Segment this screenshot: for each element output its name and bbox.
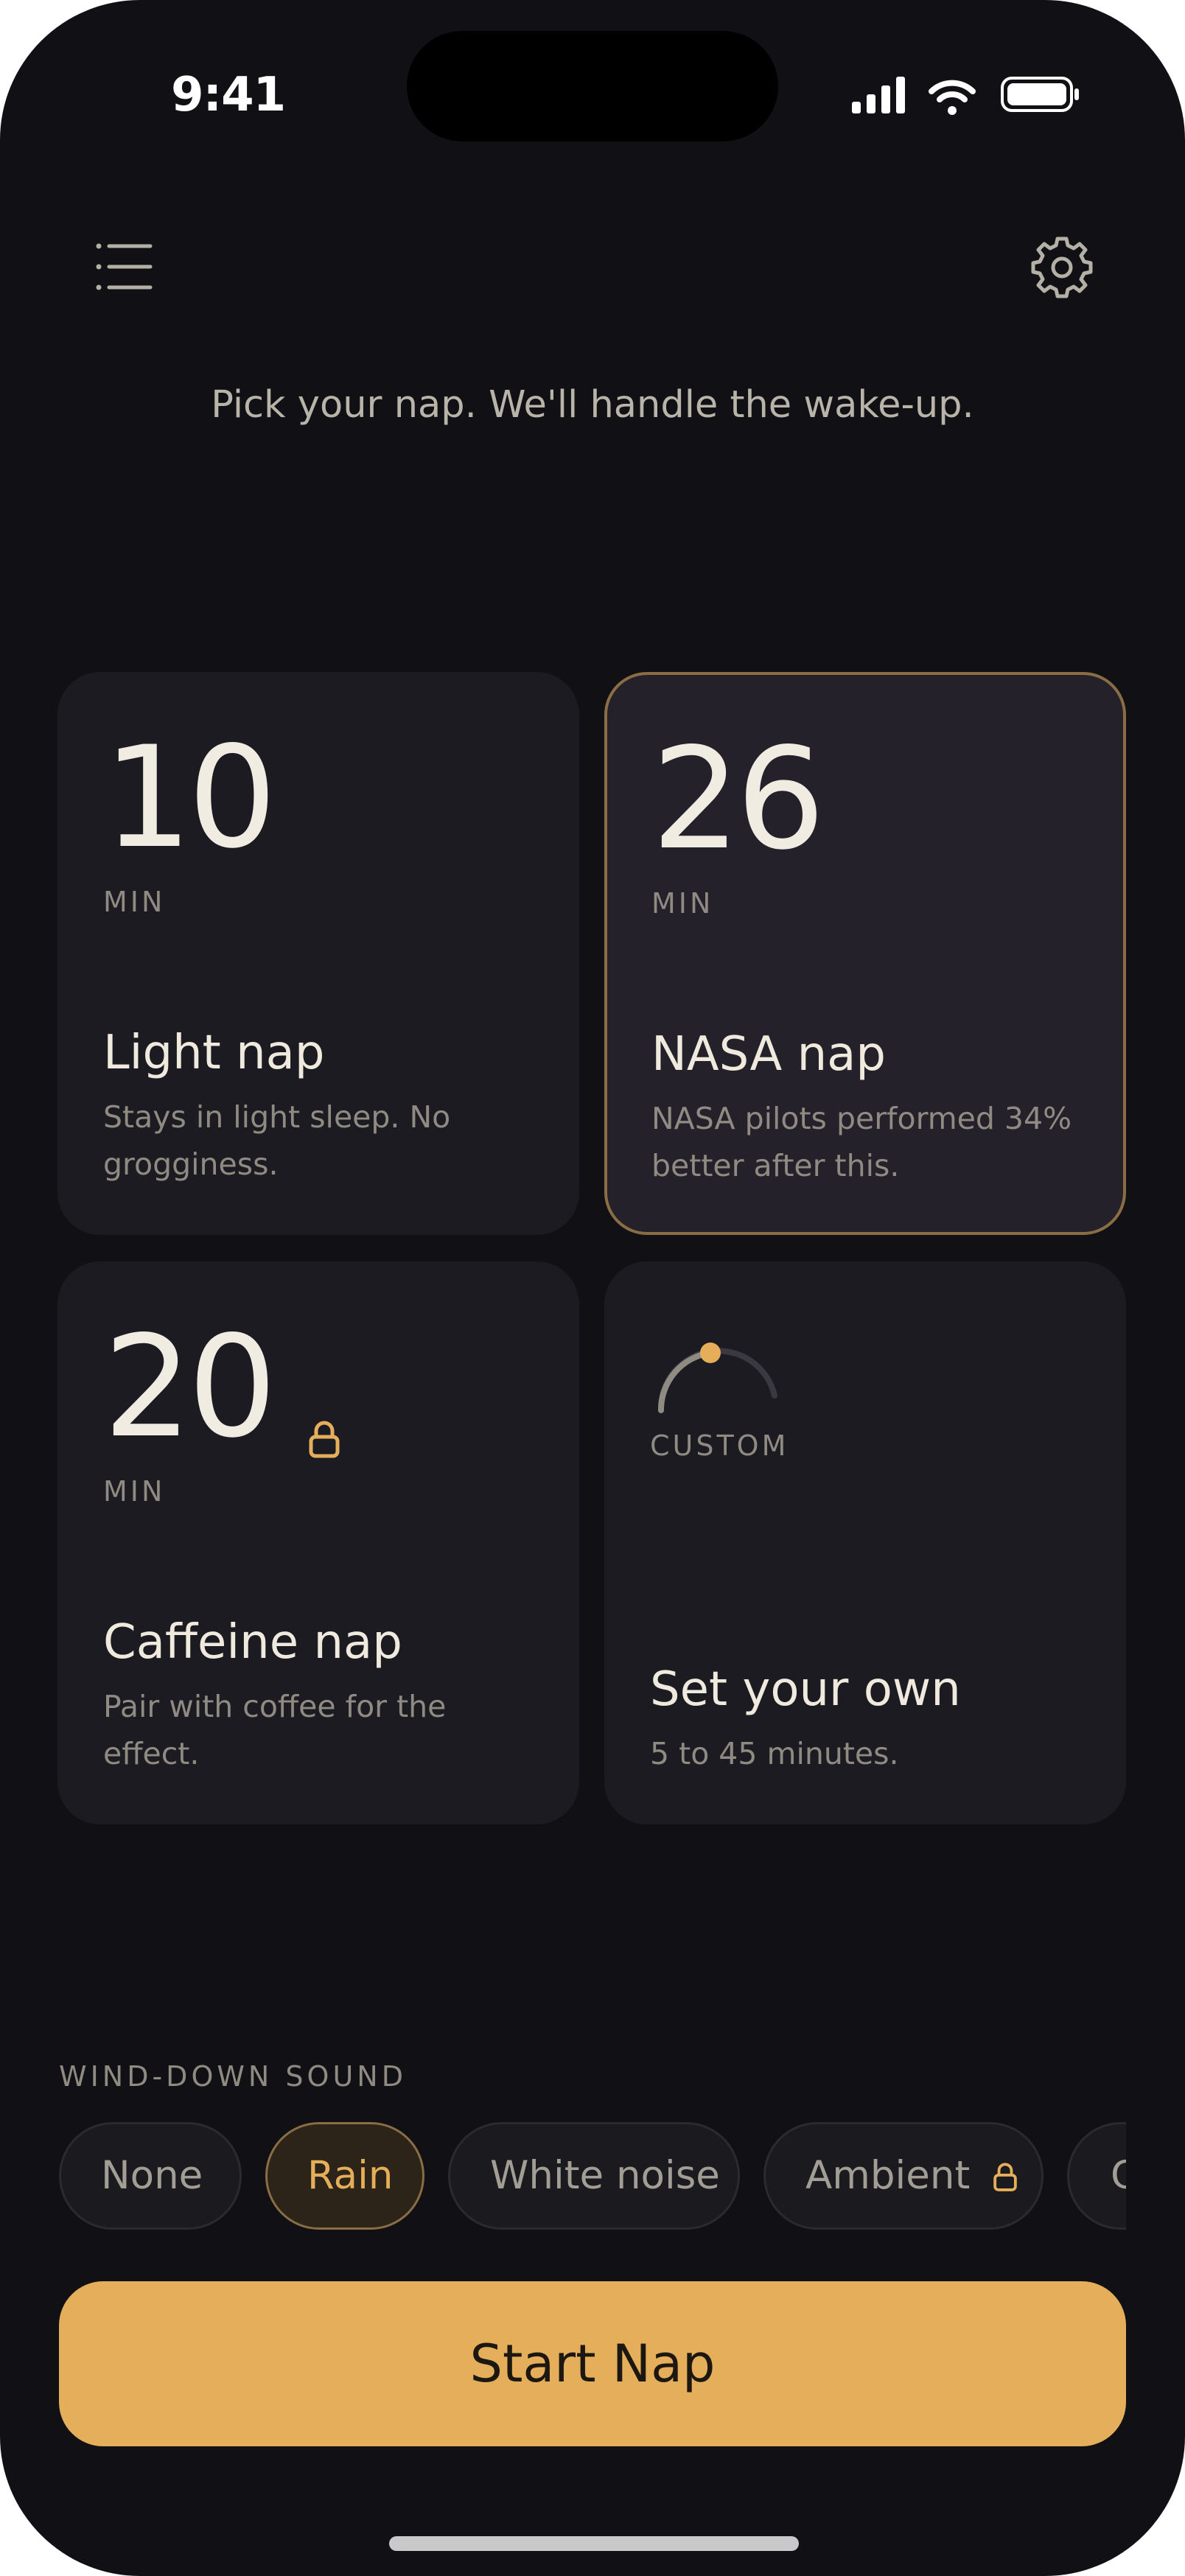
menu-button[interactable] <box>94 240 153 293</box>
lock-icon <box>309 1421 340 1458</box>
card-minutes: 10 <box>103 716 277 879</box>
chip-label: C <box>1111 2153 1126 2198</box>
phone-screen: 9:41 Pick your nap. We'll handle the wak… <box>0 0 1185 2576</box>
start-nap-button[interactable]: Start Nap <box>59 2281 1126 2446</box>
card-description: NASA pilots performed 34% better after t… <box>651 1101 1072 1183</box>
section-label-wind-down-sound: WIND-DOWN SOUND <box>59 2060 407 2093</box>
cellular-signal-icon <box>852 77 905 113</box>
tagline: Pick your nap. We'll handle the wake-up. <box>211 383 974 427</box>
card-unit: MIN <box>651 887 714 920</box>
card-unit: MIN <box>103 1475 166 1508</box>
sound-chip-none[interactable]: None <box>59 2122 242 2230</box>
sound-chip-rain[interactable]: Rain <box>265 2122 424 2230</box>
card-description: Pair with coffee for the effect. <box>103 1689 447 1771</box>
status-time: 9:41 <box>171 68 286 122</box>
chip-label: White noise <box>490 2153 720 2198</box>
chip-label: None <box>101 2153 203 2198</box>
card-unit: MIN <box>103 886 166 918</box>
sound-chip-row[interactable]: None Rain White noise Ambient C <box>59 2122 1126 2230</box>
card-minutes: 26 <box>651 718 825 881</box>
gear-icon <box>1031 237 1093 298</box>
card-minutes: 20 <box>103 1306 277 1469</box>
card-label: CUSTOM <box>650 1429 789 1462</box>
dial-icon <box>657 1343 777 1413</box>
card-title: NASA nap <box>651 1027 886 1082</box>
sound-chip-ambient[interactable]: Ambient <box>763 2122 1044 2230</box>
settings-button[interactable] <box>1029 234 1095 301</box>
list-icon <box>96 243 153 290</box>
home-indicator <box>389 2536 799 2551</box>
battery-icon <box>1001 77 1079 112</box>
preset-card-custom[interactable]: CUSTOM Set your own 5 to 45 minutes. <box>604 1261 1126 1824</box>
card-title: Set your own <box>650 1662 961 1717</box>
status-icons <box>852 77 1079 115</box>
sound-chip-white-noise[interactable]: White noise <box>448 2122 740 2230</box>
card-description: 5 to 45 minutes. <box>650 1736 899 1771</box>
wifi-icon <box>929 80 976 115</box>
card-title: Light nap <box>103 1026 325 1080</box>
chip-label: Ambient <box>805 2153 971 2198</box>
card-title: Caffeine nap <box>103 1615 402 1670</box>
dynamic-island <box>407 31 778 141</box>
preset-card-light-nap[interactable]: 10 MIN Light nap Stays in light sleep. N… <box>57 672 579 1235</box>
chip-label: Rain <box>307 2153 394 2198</box>
card-description: Stays in light sleep. No grogginess. <box>103 1099 451 1182</box>
lock-icon <box>993 2163 1017 2192</box>
preset-card-nasa-nap[interactable]: 26 MIN NASA nap NASA pilots performed 34… <box>604 672 1126 1235</box>
sound-chip-partial[interactable]: C <box>1067 2122 1126 2230</box>
preset-card-caffeine-nap[interactable]: 20 MIN Caffeine nap Pair with coffee for… <box>57 1261 579 1824</box>
